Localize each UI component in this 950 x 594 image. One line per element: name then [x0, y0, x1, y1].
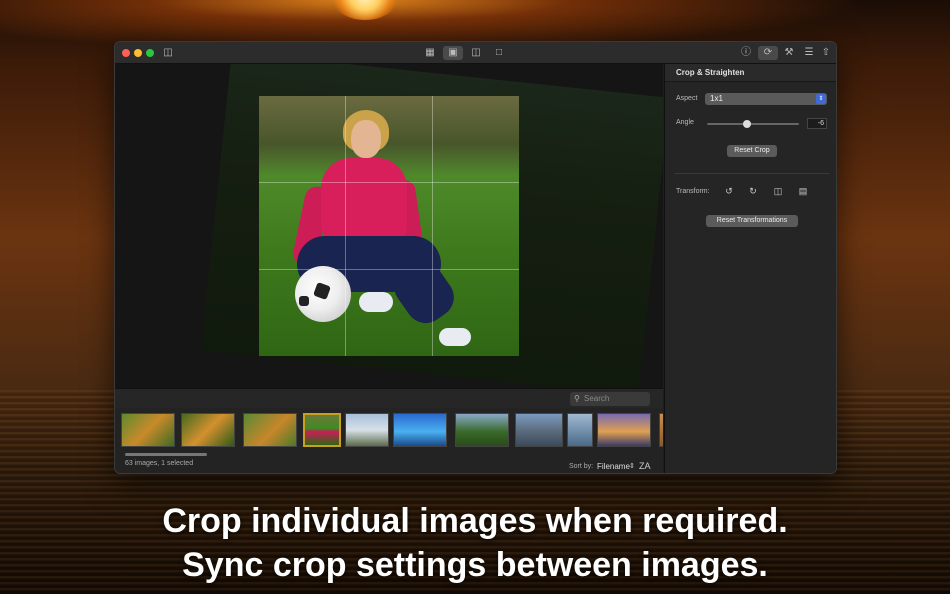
angle-value-field[interactable]: -6	[807, 118, 827, 129]
thumbnail-tower[interactable]	[567, 413, 593, 447]
search-icon: ⚲	[574, 394, 580, 403]
crop-handle-top-left[interactable]	[259, 96, 267, 104]
flip-horizontal-icon[interactable]: ◫	[772, 185, 784, 197]
crop-straighten-panel: Crop & Straighten Aspect 1x1 ⇕ Angle -6 …	[664, 64, 836, 473]
caption-line-1: Crop individual images when required.	[162, 502, 788, 540]
angle-slider-track[interactable]	[707, 123, 799, 125]
zoom-window-button[interactable]	[146, 49, 154, 57]
thumbnail-tiger-3[interactable]	[243, 413, 297, 447]
thumbnail-partial[interactable]	[659, 413, 663, 447]
flip-vertical-icon[interactable]: ▤	[797, 185, 809, 197]
search-input[interactable]: ⚲ Search	[570, 392, 650, 406]
crop-handle-bottom-right[interactable]	[511, 348, 519, 356]
sort-chevron-icon: ⇕	[629, 463, 635, 470]
image-view-icon[interactable]: □	[492, 46, 506, 60]
status-bar: 63 images, 1 selected Sort by: Filename …	[115, 452, 663, 473]
adjust-icon[interactable]: ☰	[802, 46, 816, 60]
crop-area[interactable]	[259, 96, 519, 356]
panel-divider	[675, 173, 829, 174]
filmstrip-scrollbar[interactable]	[125, 453, 207, 456]
thumbnail-coast[interactable]	[393, 413, 447, 447]
panel-title: Crop & Straighten	[676, 68, 745, 77]
photo-shoe-left	[359, 292, 393, 312]
thumbnail-sunset[interactable]	[597, 413, 651, 447]
thumbnail-landscape[interactable]	[455, 413, 509, 447]
sort-order-toggle[interactable]: ZA	[639, 461, 651, 471]
sort-dropdown[interactable]: Filename	[597, 462, 630, 471]
sync-icon[interactable]: ⟳	[758, 46, 778, 60]
rotate-right-icon[interactable]: ↻	[747, 185, 759, 197]
panel-header: Crop & Straighten	[665, 64, 836, 82]
thumbnail-tiger-1[interactable]	[121, 413, 175, 447]
crop-handle-top-right[interactable]	[511, 96, 519, 104]
filmstrip	[115, 408, 663, 452]
caption-line-2: Sync crop settings between images.	[182, 546, 768, 584]
crop-grid-line	[345, 96, 346, 356]
info-icon[interactable]: ⓘ	[739, 46, 753, 60]
tools-icon[interactable]: ⚒	[782, 46, 796, 60]
sort-label: Sort by:	[569, 463, 594, 470]
crop-handle-bottom-left[interactable]	[259, 348, 267, 356]
grid-view-icon[interactable]: ▦	[423, 46, 437, 60]
close-window-button[interactable]	[122, 49, 130, 57]
split-view-icon[interactable]: ◫	[469, 46, 483, 60]
image-canvas[interactable]	[115, 64, 663, 388]
aspect-select[interactable]: 1x1 ⇕	[705, 93, 827, 105]
angle-label: Angle	[676, 119, 694, 126]
image-count: 63 images, 1 selected	[125, 460, 194, 467]
reset-crop-button[interactable]: Reset Crop	[727, 145, 777, 157]
search-placeholder: Search	[584, 394, 610, 403]
filmstrip-toolbar: ⚲ Search	[115, 388, 663, 408]
thumbnail-selected[interactable]	[303, 413, 341, 447]
photo-soccer-ball	[295, 266, 351, 322]
app-window: ◫ ▦ ▣ ◫ □ ⓘ ⟳ ⚒ ☰ ⇧ ⚲ Search 63 images, …	[114, 41, 837, 474]
titlebar: ◫ ▦ ▣ ◫ □ ⓘ ⟳ ⚒ ☰ ⇧	[115, 42, 836, 64]
crop-grid-line	[259, 182, 519, 183]
aspect-label: Aspect	[676, 95, 698, 102]
photo-shoe-right	[439, 328, 471, 346]
rotate-left-icon[interactable]: ↺	[723, 185, 735, 197]
crop-grid-line	[259, 269, 519, 270]
single-view-icon[interactable]: ▣	[443, 46, 463, 60]
angle-slider-knob[interactable]	[742, 120, 751, 128]
sidebar-icon[interactable]: ◫	[161, 46, 175, 60]
thumbnail-windmill[interactable]	[345, 413, 389, 447]
aspect-value: 1x1	[710, 94, 723, 103]
thumbnail-tiger-2[interactable]	[181, 413, 235, 447]
chevron-updown-icon: ⇕	[816, 94, 826, 104]
thumbnail-city[interactable]	[515, 413, 563, 447]
minimize-window-button[interactable]	[134, 49, 142, 57]
reset-transformations-button[interactable]: Reset Transformations	[706, 215, 798, 227]
share-icon[interactable]: ⇧	[819, 46, 833, 60]
transform-label: Transform:	[676, 188, 710, 195]
crop-grid-line	[432, 96, 433, 356]
photo-face	[351, 120, 381, 158]
photo-jacket	[321, 158, 407, 242]
